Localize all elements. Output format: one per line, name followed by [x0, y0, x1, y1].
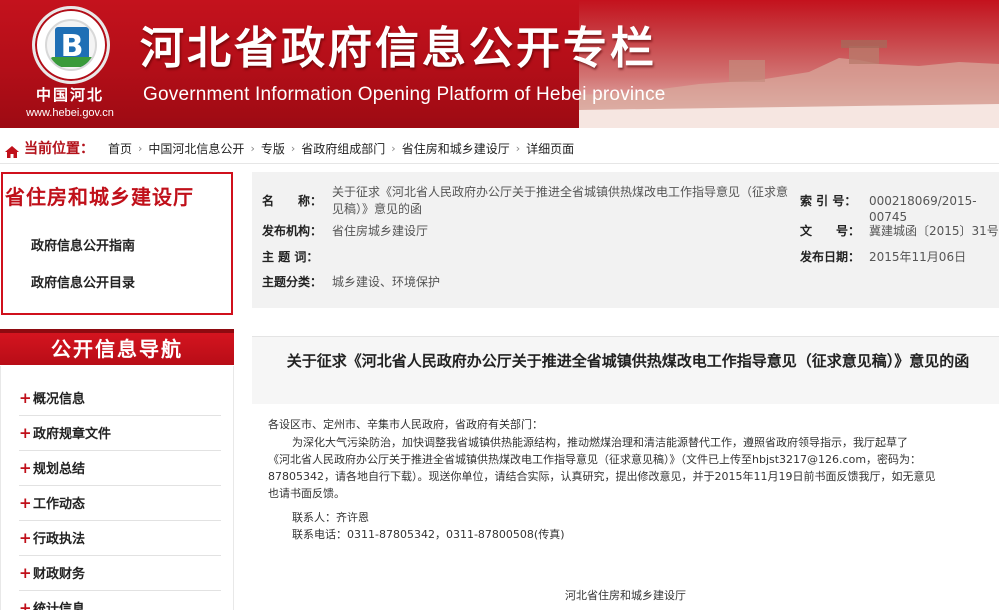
breadcrumb-departments[interactable]: 省政府组成部门: [301, 134, 385, 164]
breadcrumb-separator: ›: [290, 141, 296, 155]
dept-panel: 省住房和城乡建设厅 政府信息公开指南 政府信息公开目录: [1, 172, 233, 315]
nav-item-enforcement[interactable]: +行政执法: [19, 521, 221, 556]
nav-item-label: 政府规章文件: [33, 427, 112, 442]
nav-heading: 公开信息导航: [0, 329, 234, 365]
nav-item-label: 工作动态: [33, 497, 86, 512]
nav-list: +概况信息 +政府规章文件 +规划总结 +工作动态 +行政执法 +财政财务 +统…: [0, 366, 234, 610]
body-line-4: 也请书面反馈。: [268, 487, 345, 500]
salutation: 各设区市、定州市、辛集市人民政府，省政府有关部门：: [268, 418, 543, 431]
article-header: 关于征求《河北省人民政府办公厅关于推进全省城镇供热煤改电工作指导意见（征求意见稿…: [252, 336, 999, 404]
breadcrumb: 当前位置： 首页 › 中国河北信息公开 › 专版 › 省政府组成部门 › 省住房…: [0, 134, 999, 164]
breadcrumb-separator: ›: [138, 141, 143, 155]
breadcrumb-housing-dept[interactable]: 省住房和城乡建设厅: [402, 134, 510, 164]
nav-item-planning[interactable]: +规划总结: [19, 451, 221, 486]
dept-title[interactable]: 省住房和城乡建设厅: [5, 184, 233, 210]
banner-subtitle: Government Information Opening Platform …: [143, 84, 666, 105]
name-label: 名 称：: [262, 194, 323, 208]
nav-item-label: 统计信息: [33, 602, 86, 610]
body-line-1: 为深化大气污染防治，加快调整我省城镇供热能源结构，推动燃煤治理和清洁能源替代工作…: [292, 436, 908, 449]
keywords-label: 主 题 词：: [262, 250, 319, 264]
plus-icon: +: [19, 389, 32, 407]
nav-item-label: 行政执法: [33, 532, 86, 547]
document-metadata: 名 称： 关于征求《河北省人民政府办公厅关于推进全省城镇供热煤改电工作指导意见（…: [252, 172, 999, 308]
logo-green-bar: [51, 57, 95, 67]
banner-title: 河北省政府信息公开专栏: [140, 23, 657, 74]
breadcrumb-label: 当前位置：: [24, 140, 94, 157]
nav-item-label: 财政财务: [33, 567, 86, 582]
breadcrumb-separator: ›: [250, 141, 255, 155]
plus-icon: +: [19, 564, 32, 582]
contact-phone: 联系电话：0311-87805342，0311-87800508(传真): [292, 528, 565, 541]
link-info-guide[interactable]: 政府信息公开指南: [31, 238, 135, 256]
docno-label: 文 号：: [800, 224, 861, 238]
signature: 河北省住房和城乡建设厅: [565, 589, 686, 602]
article-title: 关于征求《河北省人民政府办公厅关于推进全省城镇供热煤改电工作指导意见（征求意见稿…: [286, 352, 970, 370]
body-line-2: 《河北省人民政府办公厅关于推进全省城镇供热煤改电工作指导意见（征求意见稿）》（文…: [268, 453, 922, 466]
header-banner: B 中国河北 www.hebei.gov.cn 河北省政府信息公开专栏 Gove…: [0, 0, 999, 128]
nav-item-news[interactable]: +工作动态: [19, 486, 221, 521]
docno-value: 冀建城函〔2015〕31号: [869, 224, 999, 238]
nav-item-finance[interactable]: +财政财务: [19, 556, 221, 591]
org-value: 省住房城乡建设厅: [332, 224, 429, 238]
plus-icon: +: [19, 459, 32, 477]
hebei-logo[interactable]: B: [32, 6, 110, 84]
plus-icon: +: [19, 529, 32, 547]
breadcrumb-separator: ›: [391, 141, 396, 155]
logo-caption: 中国河北: [35, 86, 104, 104]
index-label: 索 引 号：: [800, 194, 857, 208]
name-value-line2: 见稿）》意见的函: [332, 202, 423, 216]
article-body: 各设区市、定州市、辛集市人民政府，省政府有关部门： 为深化大气污染防治，加快调整…: [252, 404, 999, 610]
plus-icon: +: [19, 599, 32, 610]
logo-url[interactable]: www.hebei.gov.cn: [0, 106, 140, 120]
category-value: 城乡建设、环境保护: [332, 275, 441, 289]
breadcrumb-special[interactable]: 专版: [261, 134, 285, 164]
index-value: 000218069/2015-00745: [869, 194, 977, 224]
breadcrumb-detail: 详细页面: [526, 141, 575, 156]
logo-emblem: B: [45, 19, 97, 71]
nav-item-label: 概况信息: [33, 392, 86, 407]
body-line-3: 87805342，请各地自行下载）。现送你单位，请结合实际，认真研究，提出修改意…: [268, 470, 936, 483]
link-info-catalog[interactable]: 政府信息公开目录: [31, 275, 135, 293]
nav-item-regulations[interactable]: +政府规章文件: [19, 416, 221, 451]
plus-icon: +: [19, 424, 32, 442]
nav-item-overview[interactable]: +概况信息: [19, 381, 221, 416]
date-label: 发布日期：: [800, 250, 861, 264]
category-label: 主题分类：: [262, 275, 323, 289]
nav-item-label: 规划总结: [33, 462, 86, 477]
breadcrumb-info-open[interactable]: 中国河北信息公开: [148, 134, 244, 164]
plus-icon: +: [19, 494, 32, 512]
breadcrumb-separator: ›: [515, 141, 521, 155]
nav-item-statistics[interactable]: +统计信息: [19, 591, 221, 610]
name-value-line1: 关于征求《河北省人民政府办公厅关于推进全省城镇供热煤改电工作指导意见（征求意: [332, 185, 789, 199]
contact-person: 联系人：齐许恩: [292, 511, 369, 524]
org-label: 发布机构：: [262, 224, 323, 238]
home-icon: [4, 141, 20, 158]
breadcrumb-home[interactable]: 首页: [108, 134, 132, 164]
date-value: 2015年11月06日: [869, 250, 967, 264]
